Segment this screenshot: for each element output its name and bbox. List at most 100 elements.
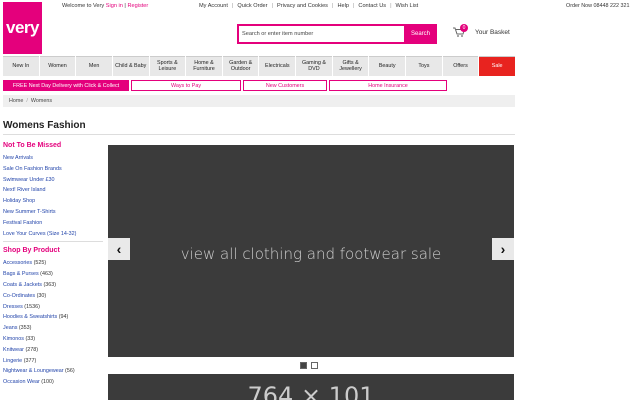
- sidebar-divider: [3, 241, 103, 243]
- carousel-pagination: [300, 362, 322, 369]
- shop-by-product-list: Accessories (525) Bags & Purses (463) Co…: [3, 258, 103, 388]
- nav-men[interactable]: Men: [76, 56, 112, 76]
- category-label[interactable]: Co-Ordinates: [3, 293, 35, 299]
- search-input[interactable]: Search or enter item number: [242, 31, 313, 37]
- product-category[interactable]: Hoodies & Sweatshirts (94): [3, 312, 103, 323]
- cart-icon: 0: [453, 24, 468, 37]
- carousel-dot-1[interactable]: [300, 362, 307, 369]
- category-count: (33): [25, 335, 36, 342]
- wish-list-link[interactable]: Wish List: [392, 3, 423, 9]
- nav-gaming-dvd[interactable]: Gaming & DVD: [296, 56, 332, 76]
- privacy-cookies-link[interactable]: Privacy and Cookies: [273, 3, 332, 9]
- promo-new-customers[interactable]: New Customers: [243, 80, 327, 91]
- not-to-be-missed-list: New Arrivals Sale On Fashion Brands Swim…: [3, 153, 103, 239]
- nav-toys[interactable]: Toys: [406, 56, 442, 76]
- nav-electricals[interactable]: Electricals: [259, 56, 296, 76]
- hero-carousel[interactable]: ‹ view all clothing and footwear sale ›: [108, 145, 514, 357]
- basket-count: 0: [460, 24, 468, 32]
- welcome-text: Welcome to Very: [62, 3, 105, 9]
- nav-offers[interactable]: Offers: [442, 56, 479, 76]
- category-label[interactable]: Occasion Wear: [3, 379, 40, 385]
- search-button[interactable]: Search: [404, 24, 437, 44]
- quick-order-link[interactable]: Quick Order: [233, 3, 271, 9]
- sidebar-link[interactable]: Love Your Curves (Size 14-32): [3, 229, 103, 240]
- sidebar-link[interactable]: Holiday Shop: [3, 196, 103, 207]
- secondary-banner[interactable]: 764 × 101: [108, 374, 514, 400]
- nav-sports-leisure[interactable]: Sports & Leisure: [149, 56, 186, 76]
- basket[interactable]: 0 Your Basket: [453, 24, 510, 37]
- category-count: (30): [36, 292, 47, 299]
- product-category[interactable]: Occasion Wear (100): [3, 377, 103, 388]
- category-label[interactable]: Knitwear: [3, 347, 24, 353]
- contact-us-link[interactable]: Contact Us: [354, 3, 390, 9]
- product-category[interactable]: Lingerie (377): [3, 356, 103, 367]
- product-category[interactable]: Nightwear & Loungewear (56): [3, 366, 103, 377]
- sidebar: Not To Be Missed New Arrivals Sale On Fa…: [3, 142, 103, 388]
- nav-beauty[interactable]: Beauty: [369, 56, 406, 76]
- category-label[interactable]: Nightwear & Loungewear: [3, 368, 64, 374]
- product-category[interactable]: Co-Ordinates (30): [3, 291, 103, 302]
- order-phone: Order Now 08448 222 321: [566, 3, 630, 9]
- category-count: (377): [23, 357, 37, 364]
- category-count: (525): [33, 260, 47, 267]
- nav-home-furniture[interactable]: Home & Furniture: [186, 56, 222, 76]
- category-label[interactable]: Kimonos: [3, 336, 24, 342]
- nav-women[interactable]: Women: [39, 56, 76, 76]
- breadcrumb-current[interactable]: Womens: [31, 98, 52, 104]
- carousel-dot-2[interactable]: [311, 362, 318, 369]
- product-category[interactable]: Accessories (525): [3, 258, 103, 269]
- promo-free-delivery[interactable]: FREE Next Day Delivery with Click & Coll…: [3, 80, 129, 91]
- nav-sale[interactable]: Sale: [479, 56, 515, 76]
- promo-bar: FREE Next Day Delivery with Click & Coll…: [3, 80, 449, 91]
- nav-garden-outdoor[interactable]: Garden & Outdoor: [222, 56, 259, 76]
- promo-home-insurance[interactable]: Home Insurance: [329, 80, 447, 91]
- carousel-message[interactable]: view all clothing and footwear sale: [108, 245, 514, 263]
- product-category[interactable]: Dresses (1536): [3, 302, 103, 313]
- category-label[interactable]: Jeans: [3, 325, 17, 331]
- category-count: (278): [25, 346, 39, 353]
- sidebar-link[interactable]: Next! River Island: [3, 185, 103, 196]
- category-label[interactable]: Coats & Jackets: [3, 282, 42, 288]
- nav-child-baby[interactable]: Child & Baby: [112, 56, 149, 76]
- promo-ways-to-pay[interactable]: Ways to Pay: [131, 80, 241, 91]
- category-count: (100): [41, 379, 54, 386]
- category-label[interactable]: Bags & Purses: [3, 271, 39, 277]
- carousel-next-button[interactable]: ›: [492, 238, 514, 260]
- very-logo[interactable]: very: [3, 2, 42, 54]
- sidebar-heading-not-to-be-missed: Not To Be Missed: [3, 142, 62, 149]
- breadcrumb-home[interactable]: Home: [9, 98, 23, 104]
- breadcrumb: Home / Womens: [3, 95, 515, 107]
- utility-links: My Account | Quick Order | Privacy and Coo…: [195, 3, 422, 9]
- category-label[interactable]: Hoodies & Sweatshirts: [3, 314, 57, 320]
- sidebar-link[interactable]: New Arrivals: [3, 153, 103, 164]
- product-category[interactable]: Kimonos (33): [3, 334, 103, 345]
- title-divider: [3, 134, 515, 135]
- sidebar-link[interactable]: Festival Fashion: [3, 218, 103, 229]
- product-category[interactable]: Bags & Purses (463): [3, 269, 103, 280]
- category-label[interactable]: Dresses: [3, 304, 23, 310]
- welcome-separator: |: [124, 3, 126, 9]
- welcome-message: Welcome to Very Sign in | Register: [62, 3, 148, 9]
- product-category[interactable]: Knitwear (278): [3, 345, 103, 356]
- category-count: (363): [43, 281, 57, 288]
- category-count: (56): [65, 368, 75, 375]
- nav-new-in[interactable]: New In: [3, 56, 39, 76]
- register-link[interactable]: Register: [127, 3, 148, 9]
- product-category[interactable]: Coats & Jackets (363): [3, 280, 103, 291]
- banner-placeholder-text: 764 × 101: [247, 382, 375, 400]
- nav-gifts-jewellery[interactable]: Gifts & Jewellery: [332, 56, 369, 76]
- breadcrumb-separator: /: [26, 98, 28, 104]
- sidebar-link[interactable]: New Summer T-Shirts: [3, 207, 103, 218]
- category-label[interactable]: Lingerie: [3, 358, 22, 364]
- sidebar-link[interactable]: Sale On Fashion Brands: [3, 164, 103, 175]
- product-category[interactable]: Jeans (353): [3, 323, 103, 334]
- search-box: Search or enter item number Search: [237, 24, 437, 44]
- help-link[interactable]: Help: [333, 3, 353, 9]
- category-count: (353): [18, 325, 32, 332]
- my-account-link[interactable]: My Account: [195, 3, 232, 9]
- sign-in-link[interactable]: Sign in: [106, 3, 123, 9]
- category-count: (1536): [24, 303, 40, 310]
- category-label[interactable]: Accessories: [3, 260, 32, 266]
- sidebar-link[interactable]: Swimwear Under £30: [3, 175, 103, 186]
- page-title: Womens Fashion: [3, 120, 86, 131]
